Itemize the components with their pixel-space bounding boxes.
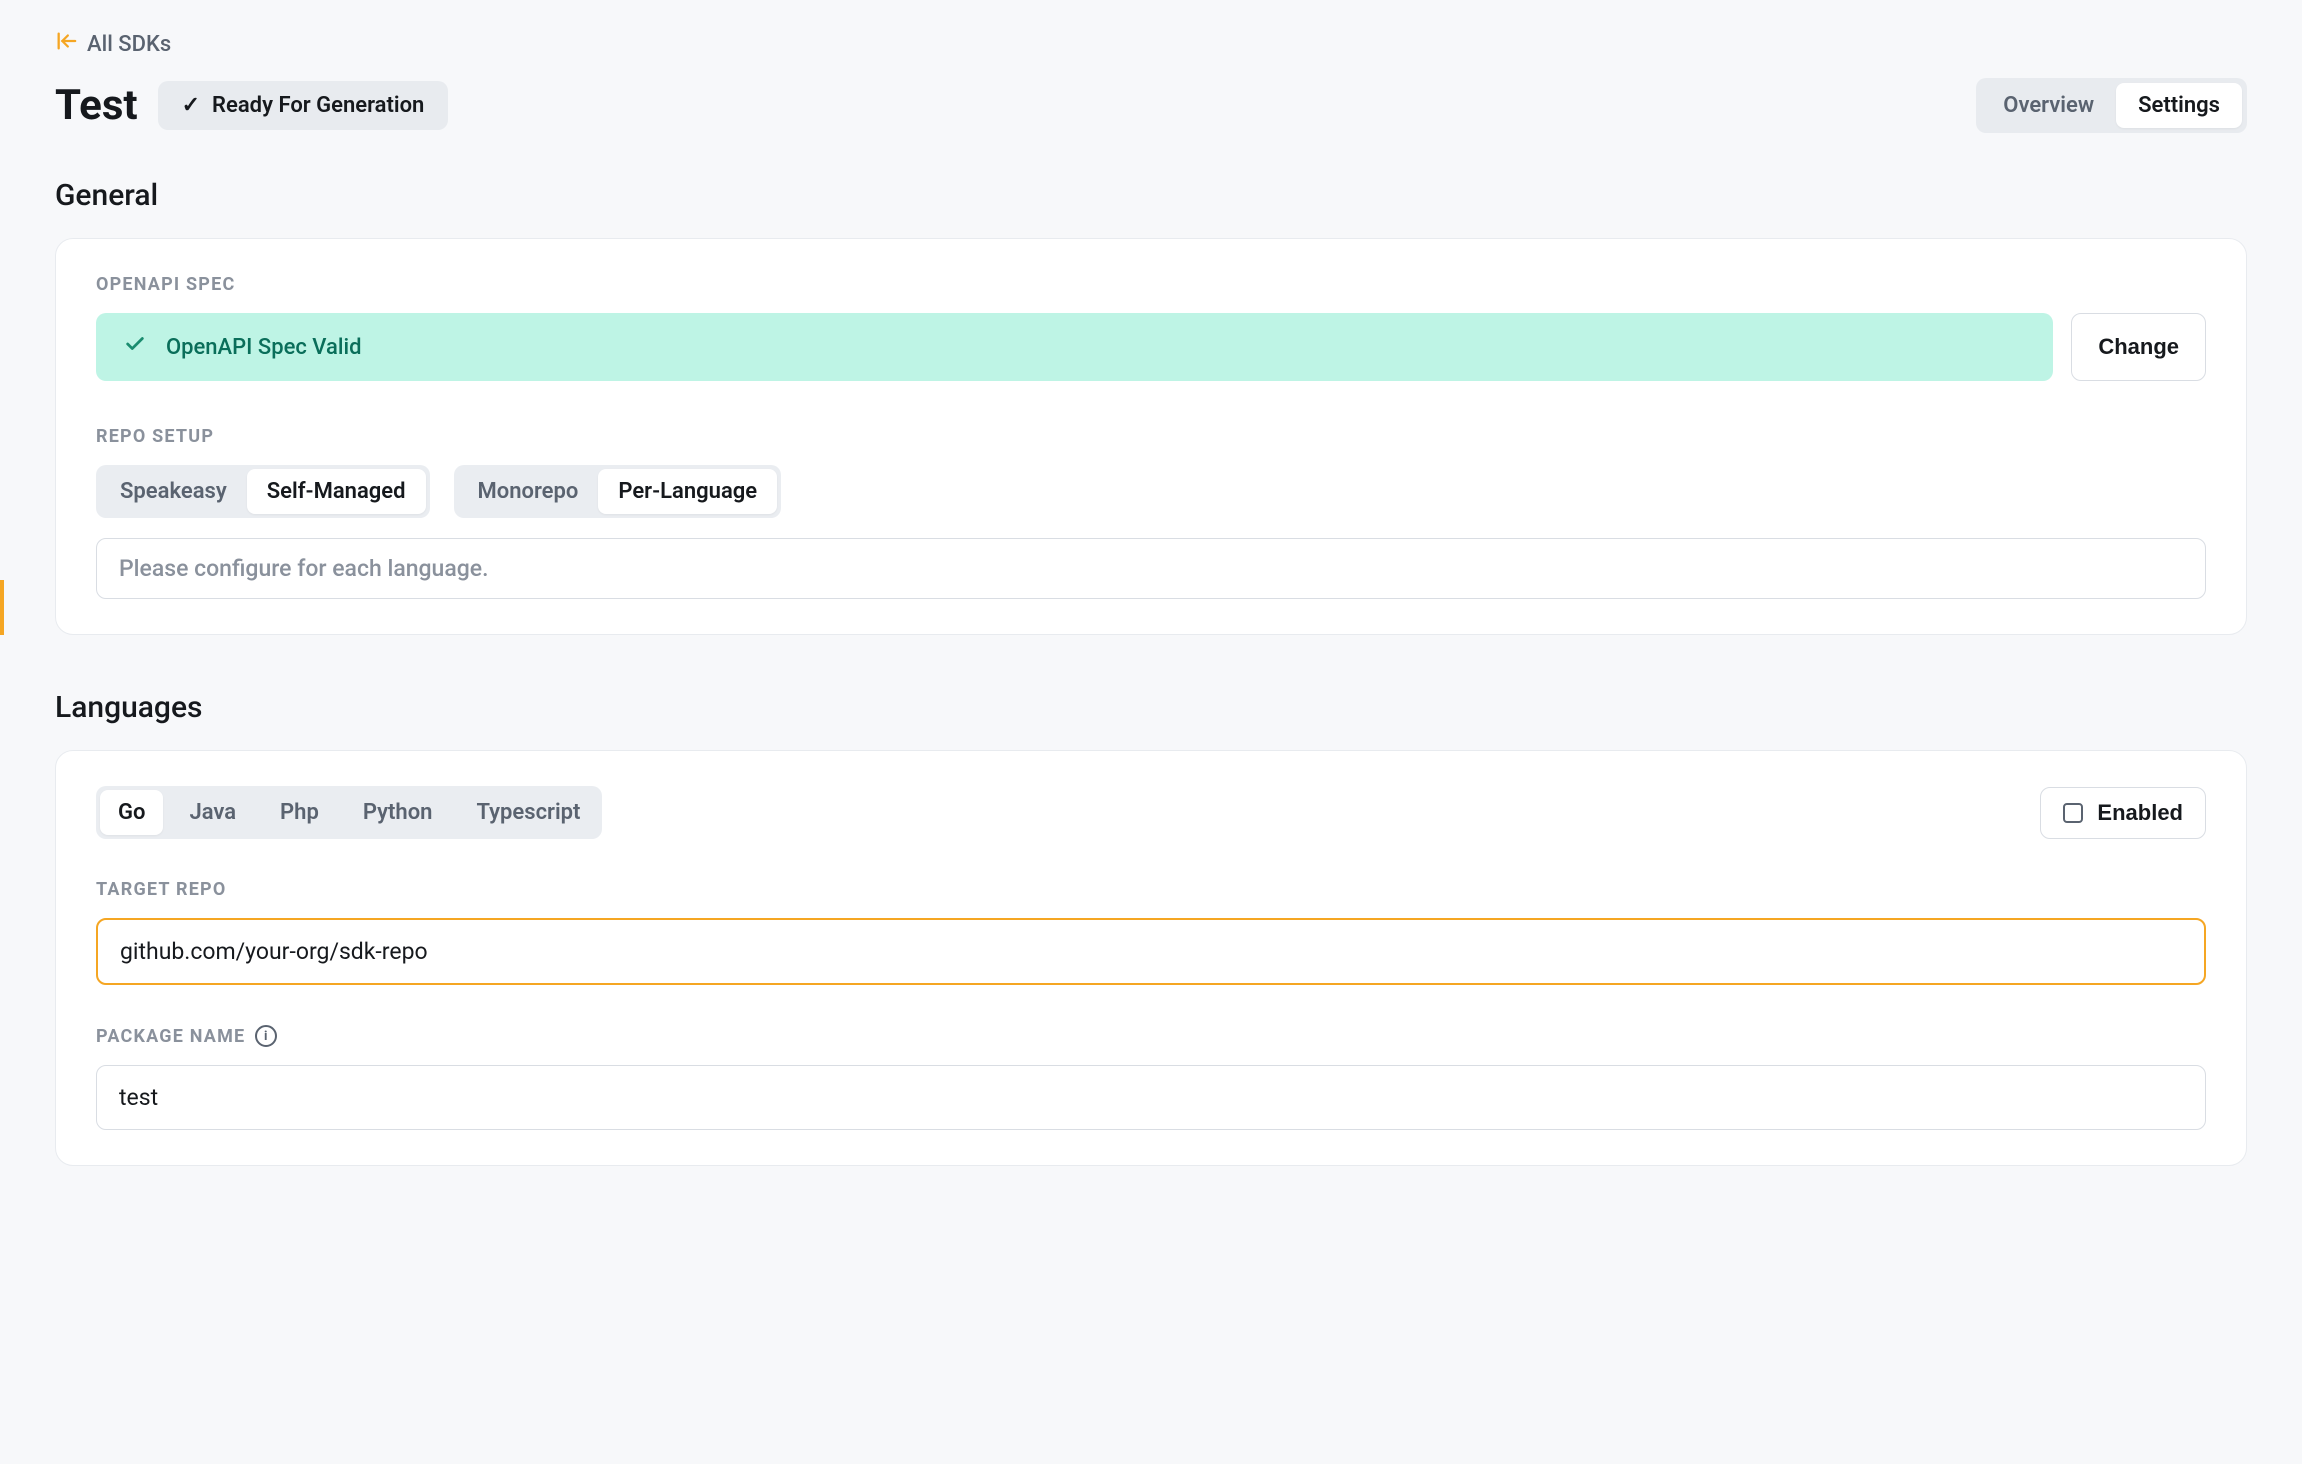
lang-tab-java[interactable]: Java — [171, 790, 254, 835]
checkbox-icon — [2063, 803, 2083, 823]
check-icon: ✓ — [182, 93, 200, 118]
enabled-button[interactable]: Enabled — [2040, 787, 2206, 839]
package-name-input[interactable] — [96, 1065, 2206, 1130]
general-card: OPENAPI SPEC OpenAPI Spec Valid Change R… — [55, 238, 2247, 635]
page-title: Test — [55, 81, 138, 130]
structure-monorepo[interactable]: Monorepo — [458, 469, 599, 514]
sidebar-marker — [0, 580, 4, 635]
back-arrow-icon[interactable] — [55, 30, 77, 58]
target-repo-input[interactable] — [96, 918, 2206, 985]
management-speakeasy[interactable]: Speakeasy — [100, 469, 247, 514]
openapi-spec-label: OPENAPI SPEC — [96, 274, 2206, 295]
enabled-label: Enabled — [2097, 800, 2183, 826]
breadcrumb-link-all-sdks[interactable]: All SDKs — [87, 32, 171, 57]
change-button[interactable]: Change — [2071, 313, 2206, 381]
section-title-general: General — [55, 178, 2247, 213]
breadcrumb: All SDKs — [55, 30, 2247, 58]
structure-per-language[interactable]: Per-Language — [598, 469, 777, 514]
repo-setup-label: REPO SETUP — [96, 426, 2206, 447]
status-text: Ready For Generation — [212, 93, 424, 118]
status-badge: ✓ Ready For Generation — [158, 81, 449, 130]
management-toggle: Speakeasy Self-Managed — [96, 465, 430, 518]
check-icon — [124, 333, 146, 361]
lang-tab-python[interactable]: Python — [345, 790, 451, 835]
language-tabs: Go Java Php Python Typescript — [96, 786, 602, 839]
openapi-valid-banner: OpenAPI Spec Valid — [96, 313, 2053, 381]
view-tabs: Overview Settings — [1976, 78, 2247, 133]
openapi-status-text: OpenAPI Spec Valid — [166, 335, 361, 360]
lang-tab-php[interactable]: Php — [262, 790, 337, 835]
info-icon[interactable]: i — [255, 1025, 277, 1047]
languages-card: Go Java Php Python Typescript Enabled TA… — [55, 750, 2247, 1166]
structure-toggle: Monorepo Per-Language — [454, 465, 782, 518]
repo-setup-note: Please configure for each language. — [96, 538, 2206, 599]
target-repo-label: TARGET REPO — [96, 879, 2206, 900]
lang-tab-go[interactable]: Go — [100, 790, 163, 835]
lang-tab-typescript[interactable]: Typescript — [458, 790, 598, 835]
page-header: Test ✓ Ready For Generation Overview Set… — [55, 78, 2247, 133]
tab-settings[interactable]: Settings — [2116, 83, 2242, 128]
management-self-managed[interactable]: Self-Managed — [247, 469, 426, 514]
package-name-label: PACKAGE NAME i — [96, 1025, 2206, 1047]
tab-overview[interactable]: Overview — [1981, 83, 2116, 128]
package-name-label-text: PACKAGE NAME — [96, 1026, 245, 1047]
section-title-languages: Languages — [55, 690, 2247, 725]
